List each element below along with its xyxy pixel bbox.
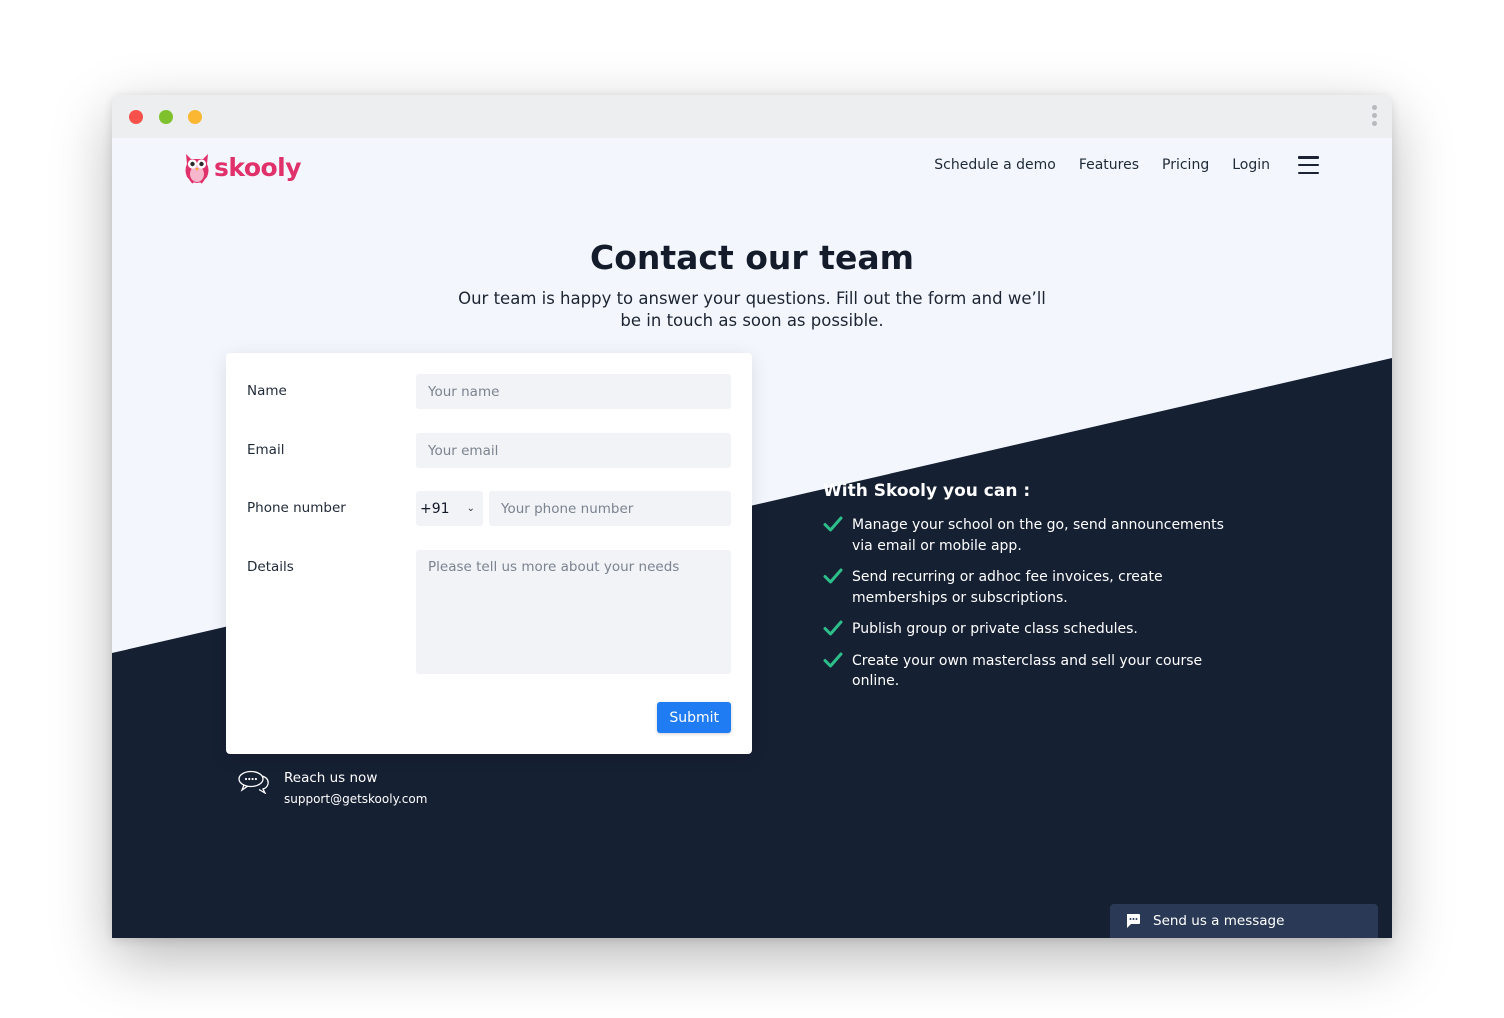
support-email[interactable]: support@getskooly.com: [284, 792, 427, 806]
email-label: Email: [247, 442, 285, 458]
page-subtitle: Our team is happy to answer your questio…: [458, 289, 1046, 330]
chat-bubbles-icon: [238, 770, 269, 794]
feature-text: Manage your school on the go, send annou…: [852, 517, 1224, 554]
country-code-value: +91: [420, 500, 450, 517]
owl-logo-icon: [185, 154, 209, 184]
nav-schedule-demo[interactable]: Schedule a demo: [934, 157, 1056, 173]
brand-name: skooly: [214, 152, 302, 182]
check-icon: [823, 620, 843, 636]
browser-window: skooly Schedule a demo Features Pricing …: [112, 95, 1392, 938]
feature-item: Publish group or private class schedules…: [823, 619, 1243, 640]
contact-form: Name Email Phone number +91 ⌄ Details Su…: [226, 353, 752, 754]
features-title: With Skooly you can :: [823, 481, 1031, 501]
maximize-window-button[interactable]: [159, 110, 173, 124]
contact-page: skooly Schedule a demo Features Pricing …: [112, 138, 1392, 938]
page-title: Contact our team: [590, 238, 914, 277]
hamburger-icon[interactable]: [1298, 156, 1319, 174]
feature-text: Create your own masterclass and sell you…: [852, 652, 1203, 690]
contact-info: Reach us now support@getskooly.com: [238, 770, 427, 806]
window-titlebar: [112, 95, 1392, 138]
reach-us-title: Reach us now: [284, 770, 378, 786]
name-label: Name: [247, 383, 287, 399]
nav-pricing[interactable]: Pricing: [1162, 157, 1209, 173]
feature-item: Create your own masterclass and sell you…: [823, 651, 1243, 692]
send-message-widget[interactable]: Send us a message: [1110, 904, 1378, 938]
feature-text: Send recurring or adhoc fee invoices, cr…: [852, 569, 1163, 606]
window-menu-icon[interactable]: [1370, 105, 1378, 129]
features-list: Manage your school on the go, send annou…: [823, 515, 1243, 692]
name-input[interactable]: [416, 374, 731, 409]
top-navigation: Schedule a demo Features Pricing Login: [911, 156, 1319, 174]
send-message-label: Send us a message: [1153, 913, 1285, 929]
email-input[interactable]: [416, 433, 731, 468]
feature-item: Send recurring or adhoc fee invoices, cr…: [823, 567, 1243, 608]
close-window-button[interactable]: [129, 110, 143, 124]
feature-text: Publish group or private class schedules…: [852, 621, 1138, 637]
phone-input[interactable]: [489, 491, 731, 526]
nav-login[interactable]: Login: [1232, 157, 1270, 173]
check-icon: [823, 568, 843, 584]
submit-button[interactable]: Submit: [657, 702, 731, 733]
message-icon: [1127, 914, 1140, 928]
chevron-down-icon: ⌄: [466, 503, 475, 514]
skooly-logo[interactable]: skooly: [182, 150, 302, 184]
check-icon: [823, 516, 843, 532]
feature-item: Manage your school on the go, send annou…: [823, 515, 1243, 556]
details-textarea[interactable]: [416, 550, 731, 674]
check-icon: [823, 652, 843, 667]
phone-label: Phone number: [247, 500, 346, 516]
features-section: With Skooly you can : Manage your school…: [823, 481, 1243, 703]
minimize-window-button[interactable]: [188, 110, 202, 124]
nav-features[interactable]: Features: [1079, 157, 1139, 173]
country-code-select[interactable]: +91 ⌄: [416, 491, 483, 526]
details-label: Details: [247, 559, 294, 575]
